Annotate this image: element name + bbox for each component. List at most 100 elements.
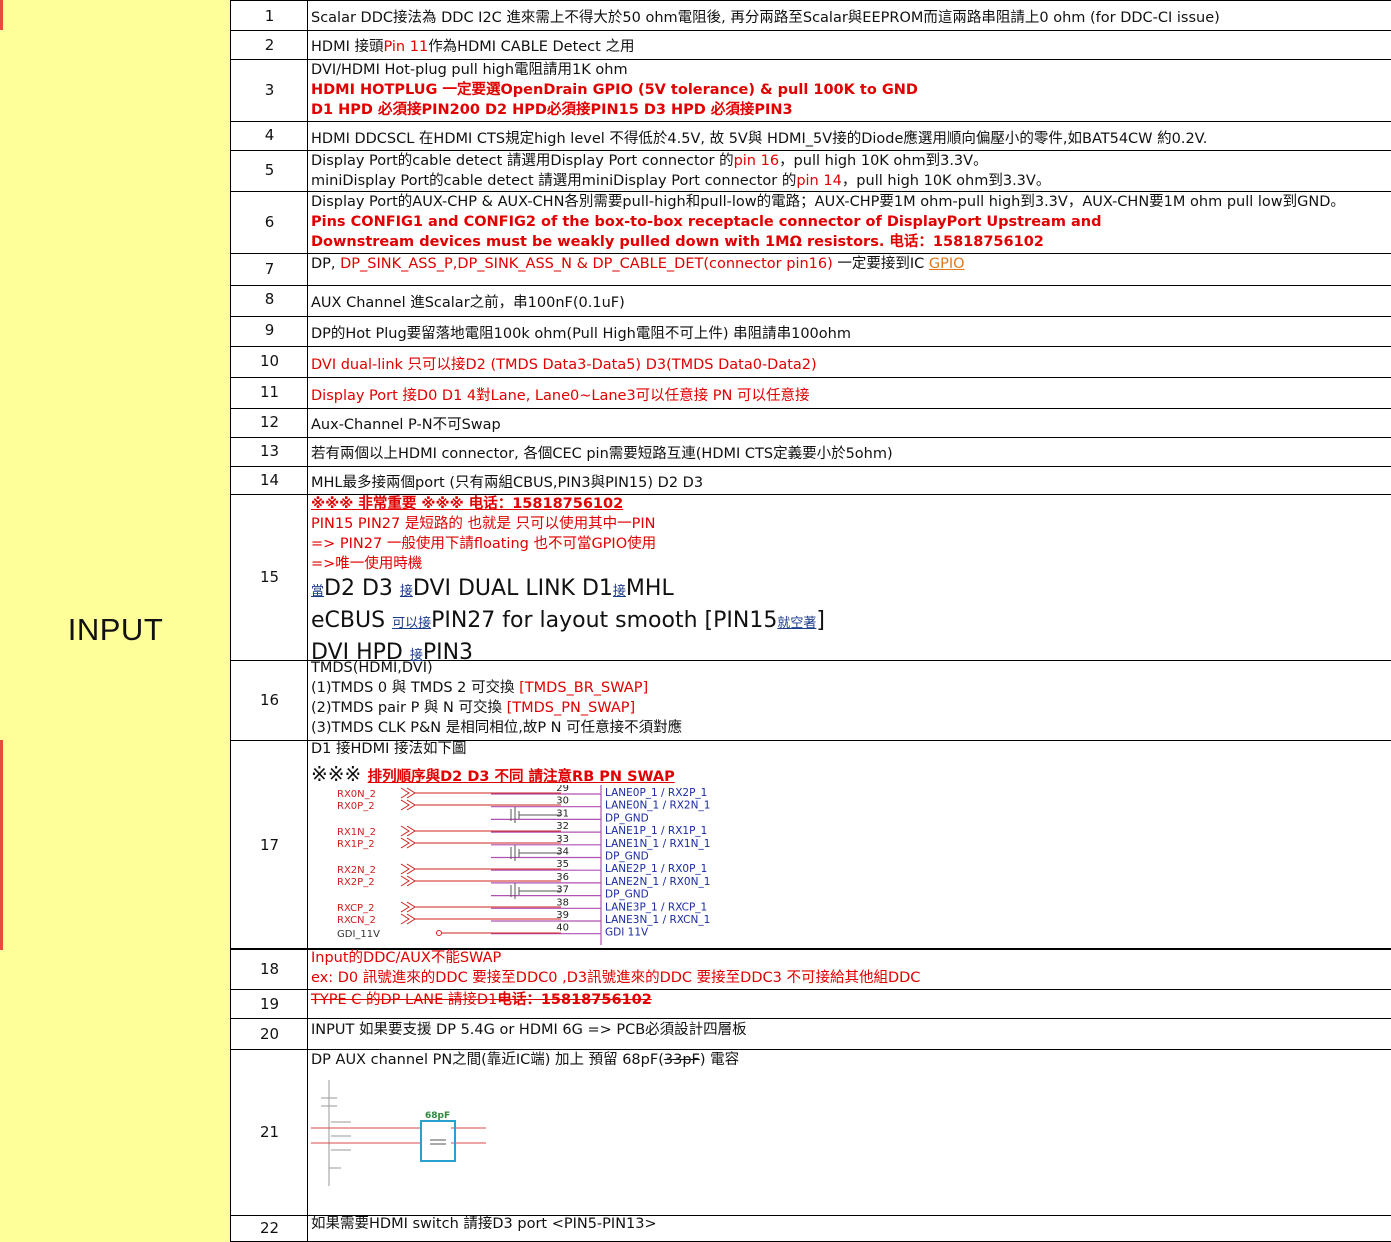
net-label: RX1N_2: [337, 827, 376, 838]
pin-label: DP_GND: [605, 889, 649, 901]
row-number: 13: [259, 442, 280, 460]
table-row[interactable]: 21 DP AUX channel PN之間(靠近IC端) 加上 預留 68pF…: [231, 1050, 1391, 1216]
pin-label: LANE3P_1 / RXCP_1: [605, 901, 707, 913]
connector-chevron: [400, 825, 416, 837]
table-row[interactable]: 8 AUX Channel 進Scalar之前，串100nF(0.1uF): [231, 286, 1391, 317]
row-text: 若有兩個以上HDMI connector, 各個CEC pin需要短路互連(HD…: [311, 446, 893, 462]
table-row[interactable]: 9 DP的Hot Plug要留落地電阻100k ohm(Pull High電阻不…: [231, 317, 1391, 347]
row-text: DVI dual-link 只可以接D2 (TMDS Data3-Data5) …: [311, 357, 817, 373]
pin-label: LANE3N_1 / RXCN_1: [605, 914, 710, 926]
red-border-mid: [0, 740, 3, 950]
table-row[interactable]: 19 TYPE C 的DP LANE 請接D1电话：15818756102: [231, 990, 1391, 1019]
table-row[interactable]: 14 MHL最多接兩個port (只有兩組CBUS,PIN3與PIN15) D2…: [231, 467, 1391, 495]
table-row[interactable]: 18 Input的DDC/AUX不能SWAP ex: D0 訊號進來的DDC 要…: [231, 950, 1391, 990]
table-row[interactable]: 13 若有兩個以上HDMI connector, 各個CEC pin需要短路互連…: [231, 438, 1391, 467]
connector-chevron: [400, 837, 416, 849]
pin-number: 40: [556, 923, 569, 934]
connector-chevron: [400, 875, 416, 887]
connector-chevron: [400, 863, 416, 875]
gpio-link[interactable]: GPIO: [929, 256, 965, 272]
row-number: 10: [259, 352, 280, 370]
row-text: AUX Channel 進Scalar之前，串100nF(0.1uF): [311, 295, 625, 311]
row-text: TMDS(HDMI,DVI) (1)TMDS 0 與 TMDS 2 可交換 [T…: [311, 660, 683, 736]
schematic-lines: 29 LANE0P_1 / RX2P_130 LANE0N_1 / RX2N_131…: [337, 785, 710, 945]
row-number: 20: [259, 1025, 280, 1043]
row-number: 2: [264, 36, 275, 54]
table-row[interactable]: 5 Display Port的cable detect 請選用Display P…: [231, 151, 1391, 192]
row-number: 1: [264, 7, 275, 25]
pin-label: LANE1N_1 / RX1N_1: [605, 838, 710, 850]
row-text: MHL最多接兩個port (只有兩組CBUS,PIN3與PIN15) D2 D3: [311, 475, 704, 491]
table-row[interactable]: 2 HDMI 接頭Pin 11作為HDMI CABLE Detect 之用: [231, 31, 1391, 60]
pin-number: 31: [556, 808, 569, 819]
table-row[interactable]: 15 ※※※ 非常重要 ※※※ 电话：15818756102 PIN15 PIN…: [231, 495, 1391, 665]
pin-number: 32: [556, 821, 569, 832]
table-row[interactable]: 6 Display Port的AUX-CHP & AUX-CHN各別需要pull…: [231, 192, 1391, 254]
net-terminal: [436, 930, 442, 936]
connector-chevron: [400, 799, 416, 811]
table-row[interactable]: 3 DVI/HDMI Hot-plug pull high電阻請用1K ohm …: [231, 60, 1391, 122]
net-label: RX2P_2: [337, 877, 375, 888]
row-text: Display Port的AUX-CHP & AUX-CHN各別需要pull-h…: [311, 194, 1345, 250]
cap-highlight-box: [420, 1120, 456, 1162]
pin-label: DP_GND: [605, 851, 649, 863]
table-row[interactable]: 20 INPUT 如果要支援 DP 5.4G or HDMI 6G => PCB…: [231, 1019, 1391, 1050]
pin-label: LANE2N_1 / RX0N_1: [605, 876, 710, 888]
section-label[interactable]: INPUT: [0, 612, 231, 648]
row-number: 12: [259, 413, 280, 431]
table-row[interactable]: 22 如果需要HDMI switch 請接D3 port <PIN5-PIN13…: [231, 1216, 1391, 1242]
row-number: 18: [259, 960, 280, 978]
table-row[interactable]: 7 DP, DP_SINK_ASS_P,DP_SINK_ASS_N & DP_C…: [231, 254, 1391, 286]
row-text: D1 接HDMI 接法如下圖 ※※※ 排列順序與D2 D3 不同 請注意RB P…: [311, 741, 675, 786]
row-text: INPUT 如果要支援 DP 5.4G or HDMI 6G => PCB必須設…: [311, 1022, 747, 1038]
table-row[interactable]: 12 Aux-Channel P-N不可Swap: [231, 409, 1391, 438]
spreadsheet: INPUT 1 Scalar DDC接法為 DDC I2C 進來需上不得大於50…: [0, 0, 1391, 1242]
net-label: RXCP_2: [337, 903, 374, 914]
pin-number: 37: [556, 885, 569, 896]
pin-label: LANE2P_1 / RX0P_1: [605, 863, 707, 875]
table-row[interactable]: 4 HDMI DDCSCL 在HDMI CTS規定high level 不得低於…: [231, 122, 1391, 151]
net-label: RXCN_2: [337, 915, 376, 926]
net-label: RX0P_2: [337, 801, 375, 812]
row-number: 16: [259, 691, 280, 709]
row-text: DVI/HDMI Hot-plug pull high電阻請用1K ohm HD…: [311, 62, 918, 118]
row-number: 19: [259, 995, 280, 1013]
pin-label: LANE0N_1 / RX2N_1: [605, 800, 710, 812]
pin-label: DP_GND: [605, 812, 649, 824]
row-number: 9: [264, 321, 275, 339]
row-text: DP AUX channel PN之間(靠近IC端) 加上 預留 68pF(33…: [311, 1052, 740, 1068]
net-label: RX0N_2: [337, 789, 376, 800]
row-text: Input的DDC/AUX不能SWAP ex: D0 訊號進來的DDC 要接至D…: [311, 950, 921, 986]
red-border-top: [0, 0, 3, 30]
table-row[interactable]: 1 Scalar DDC接法為 DDC I2C 進來需上不得大於50 ohm電阻…: [231, 0, 1391, 31]
row-text: Display Port的cable detect 請選用Display Por…: [311, 153, 1051, 189]
row-number: 11: [259, 383, 280, 401]
row-number: 6: [264, 213, 275, 231]
table-row[interactable]: 16 TMDS(HDMI,DVI) (1)TMDS 0 與 TMDS 2 可交換…: [231, 660, 1391, 741]
row-number: 5: [264, 161, 275, 179]
row-text: 如果需要HDMI switch 請接D3 port <PIN5-PIN13>: [311, 1216, 657, 1232]
connector-chevron: [400, 913, 416, 925]
row-text: DP的Hot Plug要留落地電阻100k ohm(Pull High電阻不可上…: [311, 326, 851, 342]
row-text: Scalar DDC接法為 DDC I2C 進來需上不得大於50 ohm電阻後,…: [311, 10, 1220, 26]
cap-label: 68pF: [425, 1111, 450, 1121]
row-number: 21: [259, 1123, 280, 1141]
hdmi-schematic: 29 LANE0P_1 / RX2P_130 LANE0N_1 / RX2N_131…: [337, 785, 710, 945]
row-text: DP, DP_SINK_ASS_P,DP_SINK_ASS_N & DP_CAB…: [311, 256, 965, 272]
row-number: 4: [264, 126, 275, 144]
net-label: RX2N_2: [337, 865, 376, 876]
row-text: HDMI 接頭Pin 11作為HDMI CABLE Detect 之用: [311, 39, 635, 55]
table-row[interactable]: 11 Display Port 接D0 D1 4對Lane, Lane0~Lan…: [231, 378, 1391, 409]
table-row[interactable]: 10 DVI dual-link 只可以接D2 (TMDS Data3-Data…: [231, 347, 1391, 378]
row-number: 17: [259, 836, 280, 854]
connector-chevron: [400, 787, 416, 799]
row-number: 14: [259, 471, 280, 489]
row-number: 3: [264, 81, 275, 99]
row-text: TYPE C 的DP LANE 請接D1电话：15818756102: [311, 992, 652, 1008]
table-row[interactable]: 17 D1 接HDMI 接法如下圖 ※※※ 排列順序與D2 D3 不同 請注意R…: [231, 741, 1391, 950]
row-text: ※※※ 非常重要 ※※※ 电话：15818756102 PIN15 PIN27 …: [311, 496, 825, 665]
row-number: 22: [259, 1219, 280, 1237]
row-text: Aux-Channel P-N不可Swap: [311, 417, 501, 433]
pin-label: LANE1P_1 / RX1P_1: [605, 825, 707, 837]
row-number: 15: [259, 568, 280, 586]
